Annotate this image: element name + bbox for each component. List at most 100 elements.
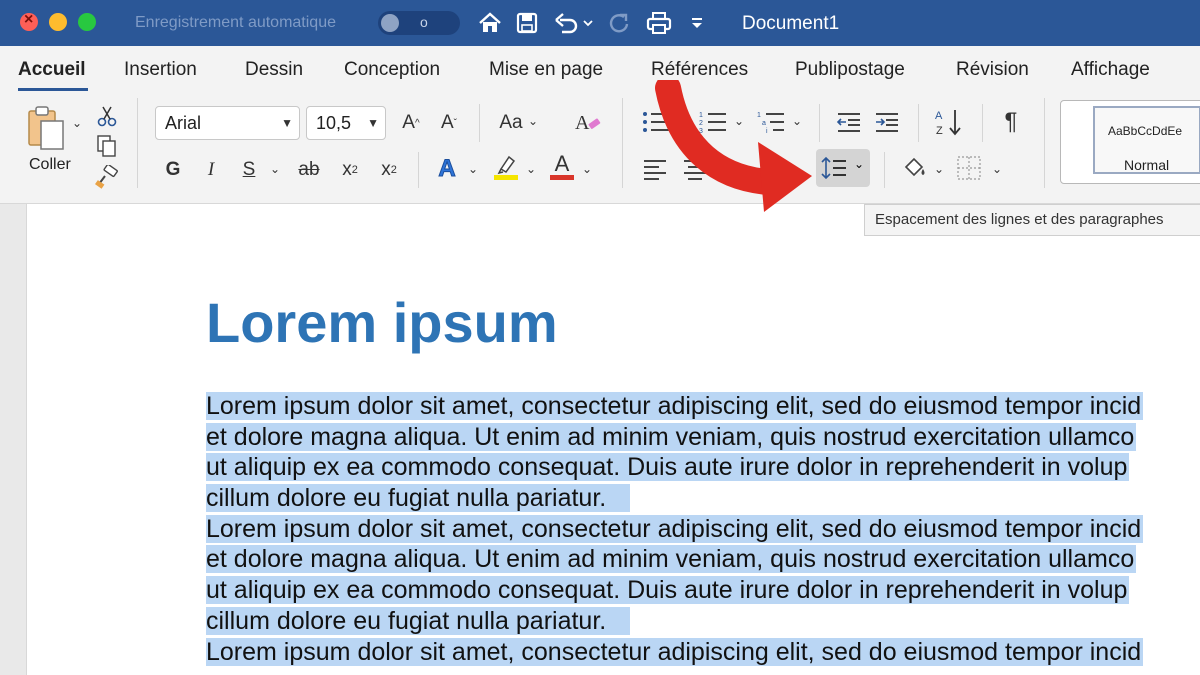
home-icon[interactable] [476,8,504,38]
text-effects-chevron-icon[interactable]: ⌄ [468,162,478,176]
redo-icon [606,8,632,38]
undo-icon[interactable] [552,8,596,38]
document-heading[interactable]: Lorem ipsum [206,290,558,355]
text-line-content: cillum dolore eu fugiat nulla pariatur. [206,606,631,635]
tab-revision[interactable]: Révision [956,59,1029,81]
text-line-content: et dolore magna aliqua. Ut enim ad minim… [206,545,1137,574]
svg-text:A: A [935,110,943,122]
font-color-swatch [550,175,574,180]
text-effects-button[interactable]: A [434,154,460,184]
font-name-value: Arial [165,113,202,133]
cut-icon[interactable] [94,104,120,128]
tab-references[interactable]: Références [651,59,748,81]
line-spacing-chevron-icon: ⌄ [854,157,865,171]
subscript-label: x [342,159,352,180]
print-icon[interactable] [644,8,674,38]
autosave-toggle-state: o [420,14,428,30]
text-line-content: Lorem ipsum dolor sit amet, consectetur … [206,514,1144,543]
decrease-indent-icon[interactable] [834,108,864,136]
save-icon[interactable] [514,8,540,38]
copy-icon[interactable] [94,134,120,158]
active-tab-indicator [18,88,88,91]
change-case-chevron-icon[interactable]: ⌄ [528,114,538,128]
grow-font-button[interactable]: A ^ [398,110,424,136]
paste-dropdown-chevron-icon[interactable]: ⌄ [72,116,82,130]
font-color-label: A [554,151,570,176]
text-line-content: Lorem ipsum dolor sit amet, consectetur … [206,392,1144,420]
shrink-font-button[interactable]: Aˇ [436,110,462,136]
tab-affichage[interactable]: Affichage [1071,59,1150,81]
tab-dessin[interactable]: Dessin [245,59,303,81]
increase-indent-icon[interactable] [872,108,902,136]
text-line: Lorem ipsum dolor sit amet, consectetur … [206,514,1200,545]
font-name-select[interactable]: Arial ▼ [155,106,300,140]
autosave-label: Enregistrement automatique [135,14,336,31]
tab-conception[interactable]: Conception [344,59,440,81]
paste-icon[interactable] [22,104,70,152]
ribbon-separator [1044,98,1045,188]
zoom-window-button[interactable] [78,13,96,31]
line-spacing-button[interactable]: ⌄ [816,149,870,187]
highlight-chevron-icon[interactable]: ⌄ [526,162,536,176]
underline-button[interactable]: S [238,157,260,183]
style-sample-text: AaBbCcDdEe [1108,124,1183,138]
ribbon-separator [479,104,480,142]
subscript-button[interactable]: x2 [338,157,362,183]
annotation-arrow-icon [655,80,812,212]
borders-chevron-icon[interactable]: ⌄ [992,162,1002,176]
superscript-button[interactable]: x2 [377,157,401,183]
customize-toolbar-icon[interactable] [686,8,708,38]
tab-publipostage[interactable]: Publipostage [795,59,905,81]
sort-icon[interactable]: AZ [932,106,966,138]
ribbon-separator [982,104,983,142]
tab-accueil[interactable]: Accueil [18,59,86,81]
line-spacing-tooltip: Espacement des lignes et des paragraphes [864,204,1200,236]
svg-text:Z: Z [936,125,943,137]
clear-formatting-icon[interactable]: A [573,108,603,136]
minimize-window-button[interactable] [49,13,67,31]
tab-insertion[interactable]: Insertion [124,59,197,81]
paragraph[interactable]: Lorem ipsum dolor sit amet, consectetur … [206,391,1200,667]
underline-chevron-icon[interactable]: ⌄ [270,162,280,176]
ribbon-tabs: Accueil Insertion Dessin Conception Mise… [0,46,1200,94]
shading-icon[interactable] [901,154,929,182]
svg-text:A: A [575,112,590,134]
font-color-chevron-icon[interactable]: ⌄ [582,162,592,176]
shading-chevron-icon[interactable]: ⌄ [934,162,944,176]
text-line-content: ut aliquip ex ea commodo consequat. Duis… [206,576,1130,605]
text-line-content: cillum dolore eu fugiat nulla pariatur. [206,484,631,513]
font-size-value: 10,5 [316,113,352,133]
borders-icon[interactable] [955,154,983,182]
strikethrough-button[interactable]: ab [296,157,322,183]
ribbon-separator [622,98,623,188]
ribbon-separator [918,104,919,142]
autosave-toggle[interactable]: o [378,11,460,35]
change-case-button[interactable]: Aa [494,110,528,136]
ribbon-separator [418,152,419,188]
bold-button[interactable]: G [162,157,184,183]
text-line: Lorem ipsum dolor sit amet, consectetur … [206,637,1200,668]
ribbon-separator [137,98,138,188]
text-line: Lorem ipsum dolor sit amet, consectetur … [206,391,1200,422]
font-color-button[interactable]: A [548,151,576,182]
italic-button[interactable]: I [200,157,222,183]
ribbon-separator [884,152,885,188]
show-formatting-marks-button[interactable]: ¶ [998,108,1024,136]
shrink-font-label: A [440,112,454,133]
text-line: ut aliquip ex ea commodo consequat. Duis… [206,575,1200,606]
highlight-icon[interactable] [492,152,520,182]
format-painter-icon[interactable] [94,164,120,190]
toggle-knob [381,14,399,32]
font-size-select[interactable]: 10,5 ▼ [306,106,386,140]
style-name-label: Normal [1124,157,1170,173]
document-title: Document1 [742,13,840,34]
title-bar: Enregistrement automatique o Document1 [0,0,1200,46]
text-line-content: ut aliquip ex ea commodo consequat. Duis… [206,453,1130,482]
tab-mise-en-page[interactable]: Mise en page [489,59,603,81]
grow-font-label: A [402,112,415,133]
text-line: et dolore magna aliqua. Ut enim ad minim… [206,544,1200,575]
close-window-button[interactable] [20,11,38,31]
text-line-content: et dolore magna aliqua. Ut enim ad minim… [206,422,1137,451]
superscript-label: x [381,159,391,180]
text-line: cillum dolore eu fugiat nulla pariatur. [206,606,1200,637]
